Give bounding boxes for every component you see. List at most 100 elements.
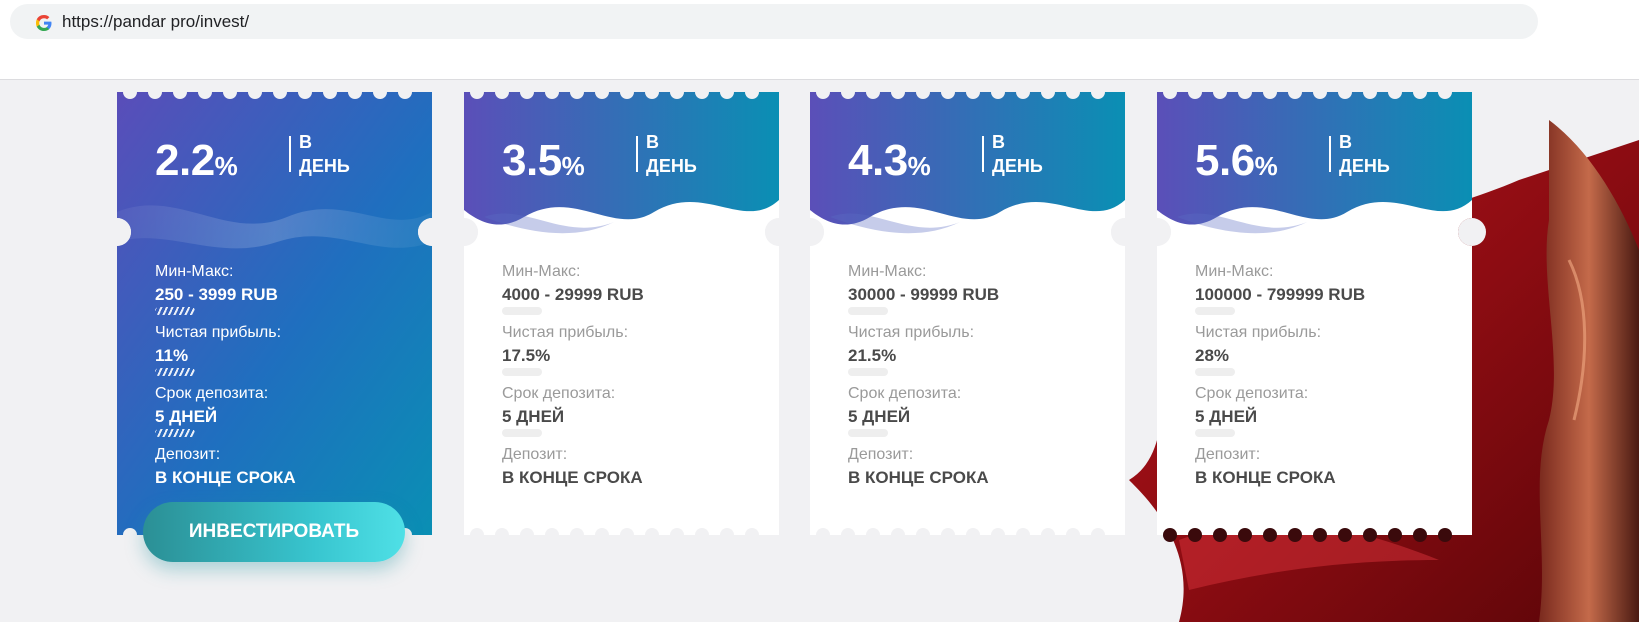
deposit-value: В КОНЦЕ СРОКА bbox=[848, 468, 989, 487]
chevron-pattern-icon bbox=[502, 307, 542, 315]
invest-button[interactable]: ИНВЕСТИРОВАТЬ bbox=[143, 502, 405, 562]
browser-toolbar: https://pandar pro/invest/ bbox=[0, 0, 1639, 80]
profit-label: Чистая прибыль: bbox=[848, 324, 975, 341]
minmax-label: Мин-Макс: bbox=[1195, 263, 1274, 280]
rate-period-line1: В bbox=[299, 132, 312, 152]
rate-period-line2: ДЕНЬ bbox=[646, 156, 697, 176]
plan-details: Мин-Макс: 4000 - 29999 RUB Чистая прибыл… bbox=[502, 262, 752, 506]
profit-value: 17.5% bbox=[502, 346, 551, 365]
deposit-label: Депозит: bbox=[502, 446, 568, 463]
minmax-row: Мин-Макс: 100000 - 799999 RUB bbox=[1195, 262, 1445, 323]
plan-card-4[interactable]: 5.6% В ДЕНЬ Мин-Макс: 100000 - 799999 RU… bbox=[1143, 85, 1486, 542]
profit-label: Чистая прибыль: bbox=[502, 324, 629, 341]
daily-rate: 2.2% bbox=[155, 136, 238, 186]
rate-period-line1: В bbox=[1339, 132, 1352, 152]
chevron-pattern-icon bbox=[848, 429, 888, 437]
rate-period: В ДЕНЬ bbox=[299, 130, 350, 178]
rate-period: В ДЕНЬ bbox=[646, 130, 697, 178]
term-value: 5 ДНЕЙ bbox=[502, 407, 565, 426]
rate-period: В ДЕНЬ bbox=[1339, 130, 1390, 178]
term-row: Срок депозита: 5 ДНЕЙ bbox=[502, 384, 752, 445]
chevron-pattern-icon bbox=[848, 368, 888, 376]
deposit-row: Депозит: В КОНЦЕ СРОКА bbox=[848, 445, 1098, 506]
term-label: Срок депозита: bbox=[502, 385, 616, 402]
minmax-row: Мин-Макс: 250 - 3999 RUB bbox=[155, 262, 405, 323]
rate-period-line2: ДЕНЬ bbox=[992, 156, 1043, 176]
deposit-label: Депозит: bbox=[1195, 446, 1261, 463]
deposit-row: Депозит: В КОНЦЕ СРОКА bbox=[155, 445, 405, 506]
term-value: 5 ДНЕЙ bbox=[155, 407, 218, 426]
daily-rate: 5.6% bbox=[1195, 136, 1278, 186]
deposit-row: Депозит: В КОНЦЕ СРОКА bbox=[1195, 445, 1445, 506]
plan-card-2[interactable]: 3.5% В ДЕНЬ Мин-Макс: 4000 - 29999 RUB Ч… bbox=[450, 85, 793, 542]
deposit-label: Депозит: bbox=[848, 446, 914, 463]
rate-period-line2: ДЕНЬ bbox=[1339, 156, 1390, 176]
google-icon bbox=[36, 15, 52, 31]
plan-details: Мин-Макс: 250 - 3999 RUB Чистая прибыль:… bbox=[155, 262, 405, 506]
chevron-pattern-icon bbox=[1195, 307, 1235, 315]
rate-unit: % bbox=[214, 151, 238, 181]
rate-period-line2: ДЕНЬ bbox=[299, 156, 350, 176]
profit-value: 21.5% bbox=[848, 346, 897, 365]
profit-value: 11% bbox=[155, 346, 189, 365]
rate-value: 4.3 bbox=[848, 136, 908, 185]
term-value: 5 ДНЕЙ bbox=[1195, 407, 1258, 426]
profit-value: 28% bbox=[1195, 346, 1230, 365]
chevron-pattern-icon bbox=[1195, 368, 1235, 376]
rate-value: 5.6 bbox=[1195, 136, 1255, 185]
rate-unit: % bbox=[907, 151, 931, 181]
divider bbox=[1329, 136, 1331, 172]
chevron-pattern-icon bbox=[155, 307, 195, 315]
rate-period: В ДЕНЬ bbox=[992, 130, 1043, 178]
rate-unit: % bbox=[1254, 151, 1278, 181]
chevron-pattern-icon bbox=[155, 429, 195, 437]
term-row: Срок депозита: 5 ДНЕЙ bbox=[1195, 384, 1445, 445]
term-row: Срок депозита: 5 ДНЕЙ bbox=[155, 384, 405, 445]
deposit-value: В КОНЦЕ СРОКА bbox=[155, 468, 296, 487]
chevron-pattern-icon bbox=[502, 368, 542, 376]
minmax-row: Мин-Макс: 30000 - 99999 RUB bbox=[848, 262, 1098, 323]
rate-unit: % bbox=[561, 151, 585, 181]
profit-row: Чистая прибыль: 21.5% bbox=[848, 323, 1098, 384]
plan-card-1[interactable]: 2.2% В ДЕНЬ Мин-Макс: 250 - 3999 RUB Чис… bbox=[103, 85, 446, 542]
minmax-row: Мин-Макс: 4000 - 29999 RUB bbox=[502, 262, 752, 323]
chevron-pattern-icon bbox=[502, 429, 542, 437]
minmax-value: 100000 - 799999 RUB bbox=[1195, 285, 1366, 304]
plan-details: Мин-Макс: 100000 - 799999 RUB Чистая при… bbox=[1195, 262, 1445, 506]
url-text[interactable]: https://pandar pro/invest/ bbox=[62, 12, 249, 32]
rate-period-line1: В bbox=[646, 132, 659, 152]
term-row: Срок депозита: 5 ДНЕЙ bbox=[848, 384, 1098, 445]
rate-value: 3.5 bbox=[502, 136, 562, 185]
profit-label: Чистая прибыль: bbox=[1195, 324, 1322, 341]
rate-period-line1: В bbox=[992, 132, 1005, 152]
divider bbox=[636, 136, 638, 172]
minmax-value: 4000 - 29999 RUB bbox=[502, 285, 644, 304]
profit-row: Чистая прибыль: 11% bbox=[155, 323, 405, 384]
deposit-label: Депозит: bbox=[155, 446, 221, 463]
chevron-pattern-icon bbox=[1195, 429, 1235, 437]
chevron-pattern-icon bbox=[155, 368, 195, 376]
term-label: Срок депозита: bbox=[155, 385, 269, 402]
term-label: Срок депозита: bbox=[1195, 385, 1309, 402]
minmax-label: Мин-Макс: bbox=[502, 263, 581, 280]
term-label: Срок депозита: bbox=[848, 385, 962, 402]
minmax-label: Мин-Макс: bbox=[155, 263, 234, 280]
minmax-value: 30000 - 99999 RUB bbox=[848, 285, 1000, 304]
profit-row: Чистая прибыль: 28% bbox=[1195, 323, 1445, 384]
minmax-label: Мин-Макс: bbox=[848, 263, 927, 280]
profit-label: Чистая прибыль: bbox=[155, 324, 282, 341]
divider bbox=[982, 136, 984, 172]
deposit-value: В КОНЦЕ СРОКА bbox=[502, 468, 643, 487]
profit-row: Чистая прибыль: 17.5% bbox=[502, 323, 752, 384]
daily-rate: 4.3% bbox=[848, 136, 931, 186]
address-bar[interactable]: https://pandar pro/invest/ bbox=[10, 4, 1538, 39]
deposit-value: В КОНЦЕ СРОКА bbox=[1195, 468, 1336, 487]
plan-details: Мин-Макс: 30000 - 99999 RUB Чистая прибы… bbox=[848, 262, 1098, 506]
rate-value: 2.2 bbox=[155, 136, 215, 185]
plan-card-3[interactable]: 4.3% В ДЕНЬ Мин-Макс: 30000 - 99999 RUB … bbox=[796, 85, 1139, 542]
deposit-row: Депозит: В КОНЦЕ СРОКА bbox=[502, 445, 752, 506]
term-value: 5 ДНЕЙ bbox=[848, 407, 911, 426]
chevron-pattern-icon bbox=[848, 307, 888, 315]
daily-rate: 3.5% bbox=[502, 136, 585, 186]
minmax-value: 250 - 3999 RUB bbox=[155, 285, 278, 304]
